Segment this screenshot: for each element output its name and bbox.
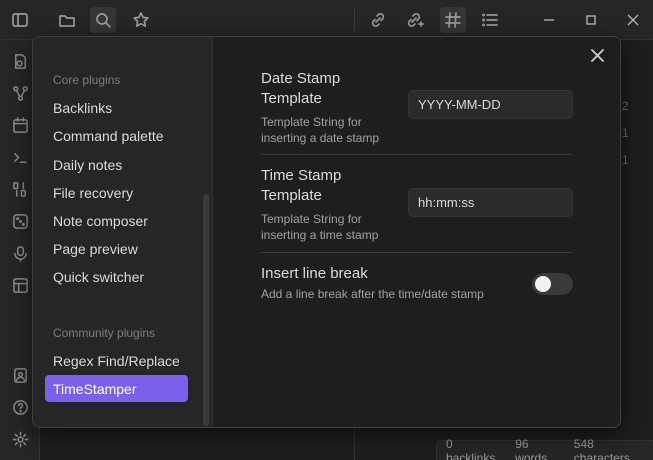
help-icon[interactable] xyxy=(7,394,33,420)
setting-separator xyxy=(261,154,573,155)
graph-icon[interactable] xyxy=(7,80,33,106)
search-icon[interactable] xyxy=(90,7,116,33)
setting-insert-line-break: Insert line break Add a line break after… xyxy=(261,264,573,302)
settings-gear-icon[interactable] xyxy=(7,426,33,452)
pane-divider-bottom xyxy=(354,428,355,460)
setting-date-stamp-template: Date Stamp Template Template String for … xyxy=(261,69,573,146)
community-plugins-heading: Community plugins xyxy=(53,326,156,340)
layout-icon[interactable] xyxy=(7,272,33,298)
window-close-icon[interactable] xyxy=(620,7,646,33)
modal-close-button[interactable] xyxy=(587,45,607,65)
setting-separator xyxy=(261,252,573,253)
sidebar-item-timestamper[interactable]: TimeStamper xyxy=(45,375,188,402)
tag-icon[interactable] xyxy=(440,7,466,33)
pane-divider xyxy=(354,8,355,32)
file-search-icon[interactable] xyxy=(7,48,33,74)
microphone-icon[interactable] xyxy=(7,240,33,266)
sidebar-item-quick-switcher[interactable]: Quick switcher xyxy=(45,263,188,290)
settings-modal: Core plugins Backlinks Command palette D… xyxy=(32,36,621,428)
date-stamp-input[interactable] xyxy=(408,90,573,119)
close-icon xyxy=(590,48,604,62)
setting-description: Add a line break after the time/date sta… xyxy=(261,287,484,301)
minimize-icon[interactable] xyxy=(536,7,562,33)
time-stamp-input[interactable] xyxy=(408,188,573,217)
sidebar-scrollbar[interactable] xyxy=(203,194,209,426)
terminal-icon[interactable] xyxy=(7,144,33,170)
gutter-number: 2 xyxy=(622,99,629,113)
core-plugins-heading: Core plugins xyxy=(53,73,121,87)
settings-sidebar: Core plugins Backlinks Command palette D… xyxy=(33,37,213,427)
setting-description: Template String for inserting a time sta… xyxy=(261,212,379,242)
line-break-toggle[interactable] xyxy=(532,273,573,295)
setting-description: Template String for inserting a date sta… xyxy=(261,115,380,145)
sidebar-item-regex-find-replace[interactable]: Regex Find/Replace xyxy=(45,347,188,374)
status-bar: 0 backlinks 96 words 548 characters xyxy=(436,436,653,460)
word-count: 96 words xyxy=(515,436,548,460)
sidebar-item-backlinks[interactable]: Backlinks xyxy=(45,94,188,121)
setting-name: Insert line break xyxy=(261,265,368,282)
setting-time-stamp-template: Time Stamp Template Template String for … xyxy=(261,166,573,243)
gutter-number: 1 xyxy=(622,153,629,167)
binary-icon[interactable] xyxy=(7,176,33,202)
folder-icon[interactable] xyxy=(54,7,80,33)
sidebar-item-daily-notes[interactable]: Daily notes xyxy=(45,151,188,178)
calendar-icon[interactable] xyxy=(7,112,33,138)
maximize-icon[interactable] xyxy=(578,7,604,33)
title-bar xyxy=(0,0,653,40)
toggle-knob xyxy=(535,276,551,292)
star-icon[interactable] xyxy=(128,7,154,33)
link-icon[interactable] xyxy=(365,7,391,33)
backlinks-count[interactable]: 0 backlinks xyxy=(446,437,505,460)
sidebar-item-command-palette[interactable]: Command palette xyxy=(45,122,188,149)
toggle-sidebar-icon[interactable] xyxy=(7,7,33,33)
sidebar-item-page-preview[interactable]: Page preview xyxy=(45,235,188,262)
vault-icon[interactable] xyxy=(7,362,33,388)
sidebar-item-file-recovery[interactable]: File recovery xyxy=(45,179,188,206)
setting-name: Time Stamp Template xyxy=(261,167,342,204)
dice-icon[interactable] xyxy=(7,208,33,234)
sidebar-item-note-composer[interactable]: Note composer xyxy=(45,207,188,234)
outline-icon[interactable] xyxy=(477,7,503,33)
gutter-number: 1 xyxy=(622,126,629,140)
setting-name: Date Stamp Template xyxy=(261,70,341,107)
outgoing-link-icon[interactable] xyxy=(402,7,428,33)
character-count: 548 characters xyxy=(573,436,630,460)
